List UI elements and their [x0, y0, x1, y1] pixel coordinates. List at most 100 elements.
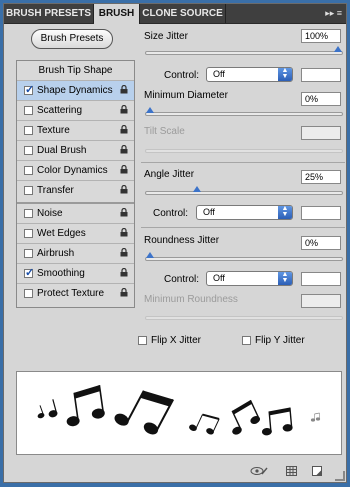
- minimum-diameter-label: Minimum Diameter: [144, 90, 228, 101]
- color-dynamics-checkbox[interactable]: [24, 166, 33, 175]
- lock-icon[interactable]: [120, 105, 128, 114]
- minimum-diameter-input[interactable]: 0%: [301, 92, 341, 106]
- chevron-updown-icon: ▲ ▼: [278, 205, 292, 219]
- smoothing-checkbox[interactable]: [24, 266, 34, 279]
- angle-control-field[interactable]: [301, 206, 341, 220]
- slider-thumb[interactable]: [146, 252, 154, 258]
- list-item-color-dynamics[interactable]: Color Dynamics: [17, 161, 134, 181]
- tilt-scale-slider: [145, 149, 343, 153]
- brush-tip-shape-item[interactable]: Brush Tip Shape: [17, 61, 134, 81]
- angle-control-select[interactable]: Off ▲ ▼: [196, 205, 293, 220]
- angle-jitter-input[interactable]: 25%: [301, 170, 341, 184]
- lock-icon[interactable]: [120, 165, 128, 174]
- angle-control-label: Control:: [153, 208, 189, 219]
- list-item-label: Color Dynamics: [37, 165, 108, 176]
- new-preset-icon[interactable]: [312, 466, 322, 479]
- panel-footer: [4, 460, 346, 482]
- shape-dynamics-checkbox[interactable]: [24, 83, 34, 96]
- protect-texture-checkbox[interactable]: [24, 289, 33, 298]
- chevron-updown-icon: ▲ ▼: [278, 67, 292, 81]
- flip-x-checkbox[interactable]: [138, 335, 147, 345]
- size-jitter-input[interactable]: 100%: [301, 29, 341, 43]
- tilt-scale-input: [301, 126, 341, 140]
- brush-presets-button[interactable]: Brush Presets: [31, 29, 113, 49]
- list-item-texture[interactable]: Texture: [17, 121, 134, 141]
- lock-icon[interactable]: [120, 268, 128, 277]
- list-item-dual-brush[interactable]: Dual Brush: [17, 141, 134, 161]
- tab-clone-source[interactable]: CLONE SOURCE: [140, 4, 226, 23]
- minimum-diameter-slider[interactable]: [145, 107, 343, 116]
- size-control-field[interactable]: [301, 68, 341, 82]
- list-item-transfer[interactable]: Transfer: [17, 181, 134, 201]
- brush-stroke-preview: [16, 371, 342, 455]
- brush-panel: BRUSH PRESETS BRUSH CLONE SOURCE ▸▸ ≡ Br…: [3, 3, 347, 483]
- lock-icon[interactable]: [120, 185, 128, 194]
- transfer-checkbox[interactable]: [24, 186, 33, 195]
- lock-icon[interactable]: [120, 248, 128, 257]
- tab-bar: BRUSH PRESETS BRUSH CLONE SOURCE ▸▸ ≡: [4, 4, 346, 24]
- slider-thumb[interactable]: [334, 46, 342, 52]
- list-item-shape-dynamics[interactable]: Shape Dynamics: [17, 81, 134, 101]
- flip-x-jitter-option[interactable]: Flip X Jitter: [138, 335, 201, 346]
- slider-thumb[interactable]: [193, 186, 201, 192]
- panel-menu-icon[interactable]: ▸▸ ≡: [306, 4, 346, 23]
- dual-brush-checkbox[interactable]: [24, 146, 33, 155]
- chevron-updown-icon: ▲ ▼: [278, 271, 292, 285]
- lock-icon[interactable]: [120, 145, 128, 154]
- lock-icon[interactable]: [120, 125, 128, 134]
- list-item-label: Dual Brush: [37, 145, 87, 156]
- size-control-select[interactable]: Off ▲ ▼: [206, 67, 293, 82]
- select-value: Off: [213, 69, 225, 79]
- lock-icon[interactable]: [120, 208, 128, 217]
- roundness-jitter-slider[interactable]: [145, 252, 343, 261]
- list-item-label: Transfer: [37, 185, 74, 196]
- lock-icon[interactable]: [120, 288, 128, 297]
- minimum-roundness-slider: [145, 316, 343, 320]
- list-item-label: Airbrush: [37, 248, 75, 259]
- list-item-airbrush[interactable]: Airbrush: [17, 244, 134, 264]
- flip-y-jitter-option[interactable]: Flip Y Jitter: [242, 335, 305, 346]
- list-item-noise[interactable]: Noise: [17, 204, 134, 224]
- list-item-protect-texture[interactable]: Protect Texture: [17, 284, 134, 304]
- roundness-control-field[interactable]: [301, 272, 341, 286]
- size-jitter-label: Size Jitter: [144, 31, 188, 42]
- wet-edges-checkbox[interactable]: [24, 229, 33, 238]
- section-divider: [141, 227, 345, 228]
- roundness-jitter-input[interactable]: 0%: [301, 236, 341, 250]
- eye-brush-icon[interactable]: [250, 466, 268, 479]
- list-item-label: Scattering: [37, 105, 83, 116]
- angle-jitter-label: Angle Jitter: [144, 169, 195, 180]
- roundness-jitter-label: Roundness Jitter: [144, 235, 220, 246]
- list-item-label: Protect Texture: [37, 288, 105, 299]
- resize-grip-icon[interactable]: [335, 471, 345, 481]
- roundness-control-select[interactable]: Off ▲ ▼: [206, 271, 293, 286]
- noise-checkbox[interactable]: [24, 209, 33, 218]
- select-value: Off: [213, 273, 225, 283]
- grid-icon[interactable]: [286, 466, 297, 479]
- minimum-roundness-input: [301, 294, 341, 308]
- music-note-stroke-image: [37, 385, 321, 436]
- lock-icon[interactable]: [120, 85, 128, 94]
- size-control-label: Control:: [164, 70, 200, 81]
- texture-checkbox[interactable]: [24, 126, 33, 135]
- section-divider: [141, 162, 345, 163]
- flip-y-checkbox[interactable]: [242, 335, 251, 345]
- list-item-label: Shape Dynamics: [37, 85, 113, 96]
- list-item-label: Noise: [37, 208, 63, 219]
- minimum-roundness-label: Minimum Roundness: [144, 294, 238, 305]
- tab-brush-presets[interactable]: BRUSH PRESETS: [4, 4, 94, 23]
- airbrush-checkbox[interactable]: [24, 249, 33, 258]
- tilt-scale-label: Tilt Scale: [144, 126, 185, 137]
- list-item-scattering[interactable]: Scattering: [17, 101, 134, 121]
- list-item-smoothing[interactable]: Smoothing: [17, 264, 134, 284]
- angle-jitter-slider[interactable]: [145, 186, 343, 195]
- brush-options-list: Brush Tip Shape Shape Dynamics Scatterin…: [16, 60, 135, 308]
- lock-icon[interactable]: [120, 228, 128, 237]
- flip-x-label: Flip X Jitter: [151, 335, 202, 346]
- size-jitter-slider[interactable]: [145, 46, 343, 55]
- select-value: Off: [203, 207, 215, 217]
- list-item-wet-edges[interactable]: Wet Edges: [17, 224, 134, 244]
- slider-thumb[interactable]: [146, 107, 154, 113]
- scattering-checkbox[interactable]: [24, 106, 33, 115]
- tab-brush[interactable]: BRUSH: [94, 4, 140, 24]
